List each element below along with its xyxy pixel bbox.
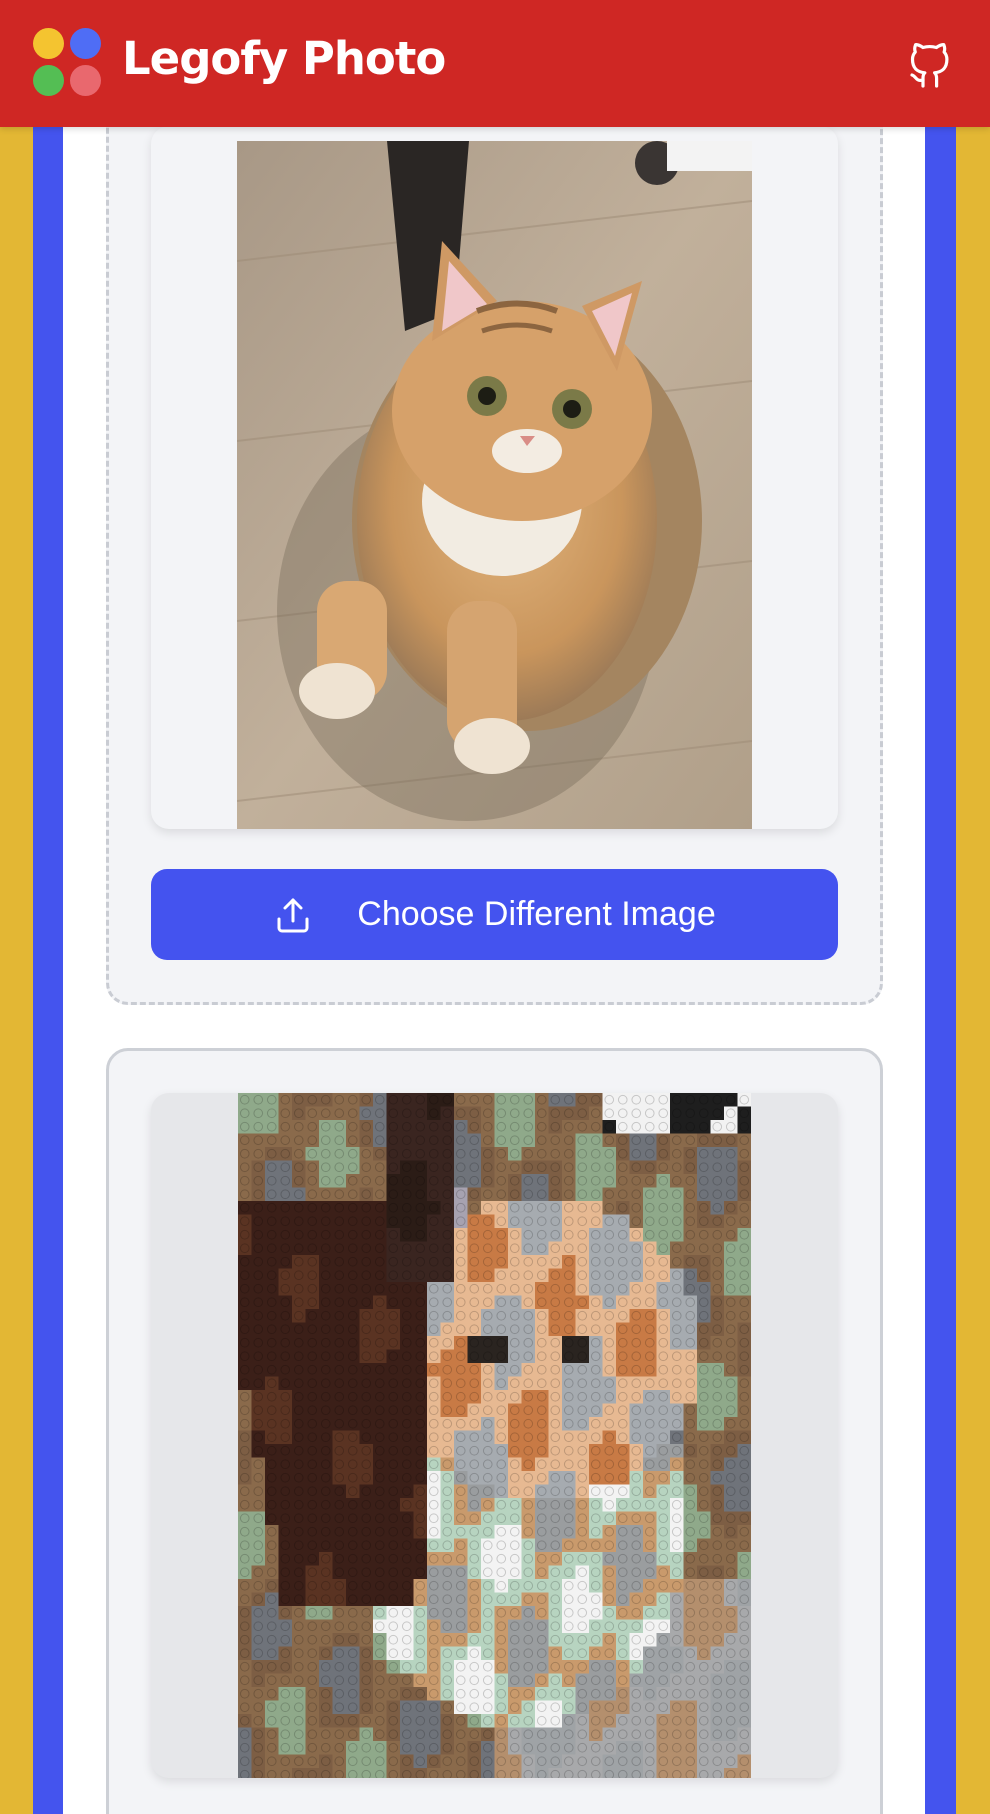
app-logo bbox=[33, 28, 101, 96]
choose-different-image-label: Choose Different Image bbox=[357, 895, 716, 933]
app-title: Legofy Photo bbox=[122, 32, 446, 85]
upload-icon bbox=[277, 898, 309, 932]
logo-dot-blue bbox=[70, 28, 101, 59]
logo-dot-green bbox=[33, 65, 64, 96]
logo-dot-pink bbox=[70, 65, 101, 96]
original-photo bbox=[237, 141, 752, 829]
logo-dot-yellow bbox=[33, 28, 64, 59]
github-icon[interactable] bbox=[905, 35, 955, 89]
legofied-image bbox=[238, 1093, 751, 1778]
choose-different-image-button[interactable]: Choose Different Image bbox=[151, 869, 838, 960]
app-header: Legofy Photo bbox=[0, 0, 990, 127]
